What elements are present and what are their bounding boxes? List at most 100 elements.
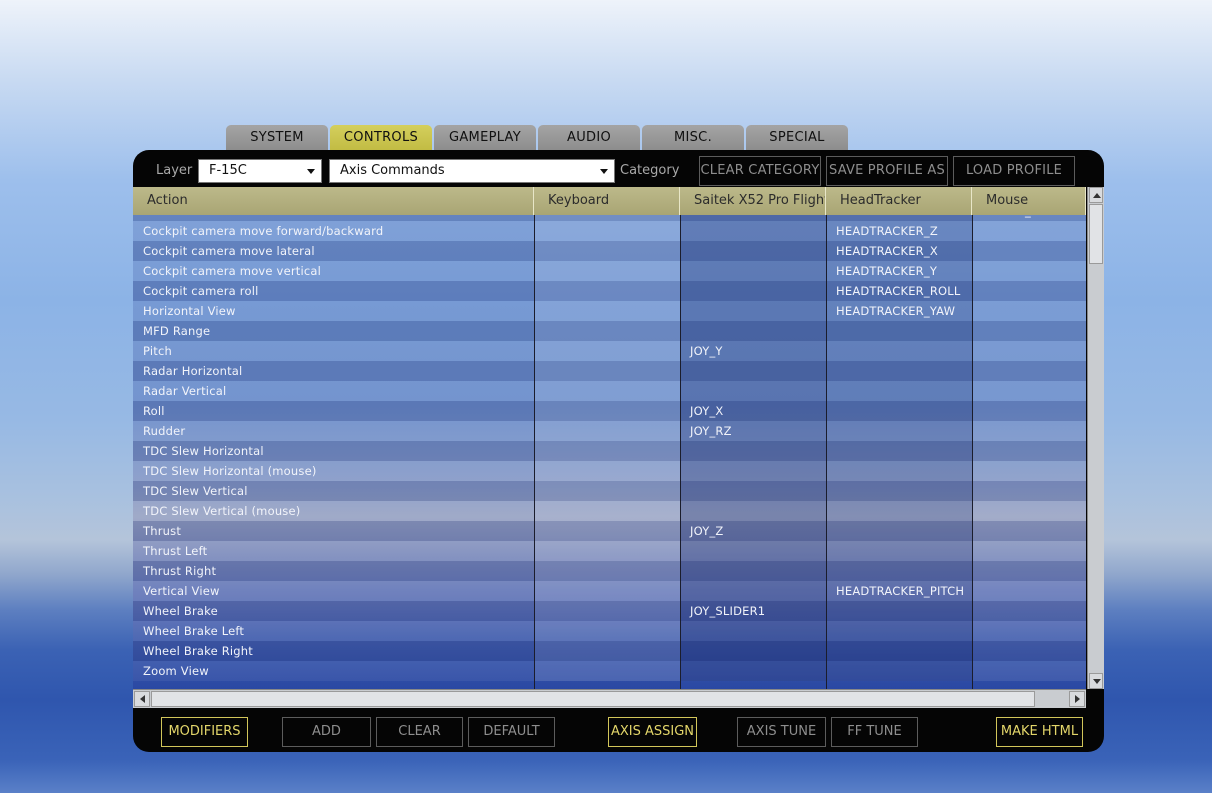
joystick-cell[interactable] — [680, 541, 826, 561]
table-row[interactable]: Cockpit camera move vertical HEADTRACKER_… — [133, 261, 1086, 281]
table-row[interactable]: TDC Slew Horizontal — [133, 441, 1086, 461]
headtracker-cell[interactable] — [826, 501, 972, 521]
table-row[interactable]: Cockpit camera move lateral HEADTRACKER_X — [133, 241, 1086, 261]
headtracker-cell[interactable] — [826, 621, 972, 641]
headtracker-cell[interactable] — [826, 601, 972, 621]
axis-tune-button[interactable]: AXIS TUNE — [737, 717, 826, 747]
table-row[interactable]: Rudder JOY_RZ — [133, 421, 1086, 441]
mouse-cell[interactable] — [972, 661, 1086, 681]
table-row[interactable]: TDC Slew Vertical (mouse) — [133, 501, 1086, 521]
horizontal-scroll-thumb[interactable] — [151, 691, 1035, 707]
joystick-cell[interactable]: JOY_SLIDER1 — [680, 601, 826, 621]
headtracker-cell[interactable] — [826, 461, 972, 481]
keyboard-cell[interactable] — [534, 421, 680, 441]
axis-assign-button[interactable]: AXIS ASSIGN — [608, 717, 697, 747]
keyboard-cell[interactable] — [534, 521, 680, 541]
mouse-cell[interactable] — [972, 621, 1086, 641]
keyboard-cell[interactable] — [534, 301, 680, 321]
mouse-cell[interactable] — [972, 541, 1086, 561]
headtracker-cell[interactable] — [826, 321, 972, 341]
tab-system[interactable]: SYSTEM — [226, 125, 328, 151]
headtracker-cell[interactable]: HEADTRACKER_Z — [826, 221, 972, 241]
headtracker-cell[interactable]: HEADTRACKER_X — [826, 241, 972, 261]
tab-special[interactable]: SPECIAL — [746, 125, 848, 151]
load-profile-button[interactable]: LOAD PROFILE — [953, 156, 1075, 186]
default-button[interactable]: DEFAULT — [468, 717, 555, 747]
table-row[interactable]: TDC Slew Vertical — [133, 481, 1086, 501]
keyboard-cell[interactable] — [534, 341, 680, 361]
headtracker-cell[interactable] — [826, 361, 972, 381]
joystick-cell[interactable] — [680, 301, 826, 321]
keyboard-cell[interactable] — [534, 441, 680, 461]
headtracker-cell[interactable]: HEADTRACKER_YAW — [826, 301, 972, 321]
headtracker-cell[interactable]: HEADTRACKER_ROLL — [826, 281, 972, 301]
headtracker-cell[interactable] — [826, 521, 972, 541]
mouse-cell[interactable] — [972, 441, 1086, 461]
mouse-cell[interactable] — [972, 321, 1086, 341]
scroll-right-button[interactable] — [1069, 691, 1085, 707]
mouse-cell[interactable] — [972, 241, 1086, 261]
mouse-cell[interactable] — [972, 361, 1086, 381]
mouse-cell[interactable] — [972, 381, 1086, 401]
mouse-cell[interactable] — [972, 401, 1086, 421]
headtracker-cell[interactable] — [826, 481, 972, 501]
keyboard-cell[interactable] — [534, 641, 680, 661]
table-row[interactable]: Radar Vertical — [133, 381, 1086, 401]
keyboard-cell[interactable] — [534, 541, 680, 561]
joystick-cell[interactable] — [680, 621, 826, 641]
joystick-cell[interactable] — [680, 561, 826, 581]
make-html-button[interactable]: MAKE HTML — [996, 717, 1083, 747]
joystick-cell[interactable] — [680, 581, 826, 601]
modifiers-button[interactable]: MODIFIERS — [161, 717, 248, 747]
joystick-cell[interactable] — [680, 361, 826, 381]
scroll-up-button[interactable] — [1089, 187, 1103, 203]
joystick-cell[interactable] — [680, 661, 826, 681]
keyboard-cell[interactable] — [534, 501, 680, 521]
vertical-scrollbar[interactable] — [1087, 187, 1104, 689]
mouse-cell[interactable] — [972, 341, 1086, 361]
joystick-cell[interactable] — [680, 261, 826, 281]
joystick-cell[interactable] — [680, 641, 826, 661]
scroll-down-button[interactable] — [1089, 673, 1103, 689]
mouse-cell[interactable] — [972, 481, 1086, 501]
keyboard-cell[interactable] — [534, 401, 680, 421]
joystick-cell[interactable] — [680, 381, 826, 401]
table-row[interactable]: MFD Range — [133, 321, 1086, 341]
joystick-cell[interactable]: JOY_Y — [680, 341, 826, 361]
clear-button[interactable]: CLEAR — [376, 717, 463, 747]
mouse-cell[interactable] — [972, 421, 1086, 441]
keyboard-cell[interactable] — [534, 221, 680, 241]
clear-category-button[interactable]: CLEAR CATEGORY — [699, 156, 821, 186]
joystick-cell[interactable] — [680, 321, 826, 341]
mouse-cell[interactable] — [972, 581, 1086, 601]
table-row[interactable]: Thrust Left — [133, 541, 1086, 561]
headtracker-cell[interactable] — [826, 541, 972, 561]
keyboard-cell[interactable] — [534, 481, 680, 501]
column-header-mouse[interactable]: Mouse — [972, 187, 1086, 215]
table-row[interactable]: Thrust JOY_Z — [133, 521, 1086, 541]
headtracker-cell[interactable] — [826, 381, 972, 401]
tab-controls[interactable]: CONTROLS — [330, 125, 432, 151]
table-row[interactable]: Wheel Brake JOY_SLIDER1 — [133, 601, 1086, 621]
joystick-cell[interactable] — [680, 441, 826, 461]
column-header-action[interactable]: Action — [133, 187, 534, 215]
headtracker-cell[interactable] — [826, 441, 972, 461]
joystick-cell[interactable]: JOY_X — [680, 401, 826, 421]
mouse-cell[interactable] — [972, 301, 1086, 321]
mouse-cell[interactable] — [972, 601, 1086, 621]
table-row[interactable]: Horizontal View HEADTRACKER_YAW — [133, 301, 1086, 321]
table-row[interactable]: Vertical View HEADTRACKER_PITCH — [133, 581, 1086, 601]
column-header-joystick[interactable]: Saitek X52 Pro Flight Control System — [680, 187, 826, 215]
tab-misc[interactable]: MISC. — [642, 125, 744, 151]
joystick-cell[interactable] — [680, 481, 826, 501]
table-row[interactable]: Radar Horizontal — [133, 361, 1086, 381]
joystick-cell[interactable] — [680, 281, 826, 301]
keyboard-cell[interactable] — [534, 281, 680, 301]
headtracker-cell[interactable]: HEADTRACKER_PITCH — [826, 581, 972, 601]
keyboard-cell[interactable] — [534, 621, 680, 641]
table-row[interactable]: Wheel Brake Right — [133, 641, 1086, 661]
joystick-cell[interactable]: JOY_RZ — [680, 421, 826, 441]
keyboard-cell[interactable] — [534, 321, 680, 341]
mouse-cell[interactable] — [972, 281, 1086, 301]
mouse-cell[interactable] — [972, 261, 1086, 281]
